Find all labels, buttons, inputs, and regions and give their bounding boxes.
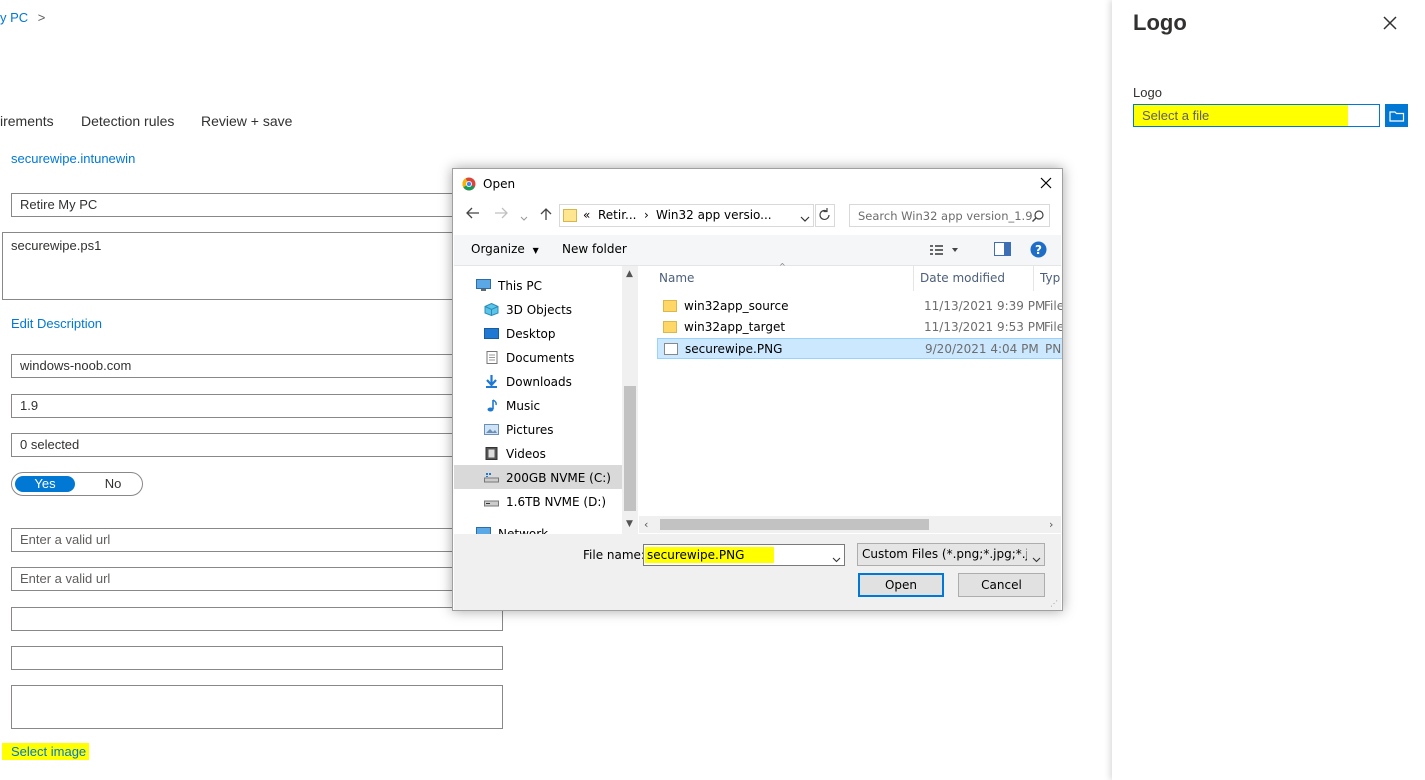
description-field[interactable]: securewipe.ps1 — [2, 232, 453, 300]
version-value: 1.9 — [20, 398, 39, 413]
close-icon[interactable] — [1381, 14, 1399, 32]
publisher-value: windows-noob.com — [20, 358, 132, 373]
notes-field[interactable] — [11, 685, 503, 729]
edit-description-link[interactable]: Edit Description — [11, 316, 102, 331]
file-type-filter[interactable]: Custom Files (*.png;*.jpg;*.jpeg — [857, 543, 1045, 566]
chevron-right-icon: > — [37, 10, 46, 25]
publisher-field[interactable]: windows-noob.com — [11, 354, 453, 378]
category-dropdown[interactable]: 0 selected — [11, 433, 453, 457]
logo-field-label: Logo — [1133, 85, 1162, 100]
category-value: 0 selected — [20, 437, 80, 452]
information-url-placeholder: Enter a valid url — [20, 532, 111, 547]
open-button[interactable]: Open — [858, 573, 944, 597]
logo-panel: Logo Logo Select a file — [1112, 0, 1425, 780]
hscroll-thumb[interactable] — [660, 519, 929, 530]
name-value: Retire My PC — [20, 197, 98, 212]
folder-icon — [663, 321, 677, 333]
chevron-down-icon[interactable] — [832, 552, 841, 563]
browse-folder-button[interactable] — [1385, 104, 1408, 127]
panel-title: Logo — [1133, 10, 1187, 35]
description-value: securewipe.ps1 — [11, 238, 102, 253]
file-type-filter-value: Custom Files (*.png;*.jpg;*.jpeg — [862, 547, 1027, 561]
file-name-label: File name: — [583, 548, 645, 562]
developer-field[interactable] — [11, 607, 503, 631]
file-name-input[interactable]: securewipe.PNG — [643, 544, 845, 566]
tab-requirements[interactable]: irements — [0, 113, 54, 129]
select-image-link[interactable]: Select image — [2, 743, 90, 760]
breadcrumb[interactable]: y PC > — [0, 10, 45, 25]
tab-review-save[interactable]: Review + save — [201, 113, 292, 129]
scroll-left-icon[interactable]: ‹ — [644, 518, 648, 531]
breadcrumb-item[interactable]: y PC — [0, 10, 28, 25]
cancel-button[interactable]: Cancel — [958, 573, 1045, 597]
file-hscrollbar[interactable]: ‹ › — [639, 516, 1061, 533]
toggle-yes[interactable]: Yes — [15, 476, 75, 492]
file-name-value: securewipe.PNG — [645, 547, 775, 563]
logo-file-placeholder: Select a file — [1134, 105, 1348, 126]
folder-open-icon — [1389, 111, 1405, 122]
owner-field[interactable] — [11, 646, 503, 670]
chevron-down-icon — [1032, 552, 1041, 563]
file-list: win32app_source 11/13/2021 9:39 PM File … — [453, 169, 1062, 529]
logo-file-input[interactable]: Select a file — [1133, 104, 1380, 127]
package-file-link[interactable]: securewipe.intunewin — [11, 151, 135, 166]
image-file-icon — [664, 343, 678, 355]
featured-toggle[interactable]: Yes No — [11, 472, 143, 496]
version-field[interactable]: 1.9 — [11, 394, 453, 418]
name-field[interactable]: Retire My PC — [11, 193, 453, 217]
privacy-url-placeholder: Enter a valid url — [20, 571, 111, 586]
tab-detection-rules[interactable]: Detection rules — [81, 113, 174, 129]
resize-grip-icon[interactable]: ⋰ — [1050, 599, 1058, 608]
scroll-right-icon[interactable]: › — [1049, 518, 1053, 531]
file-row[interactable]: win32app_target 11/13/2021 9:53 PM File — [657, 317, 1062, 338]
toggle-no[interactable]: No — [88, 476, 138, 492]
open-file-dialog: Open « Retir... › Win32 app versio... Se… — [452, 168, 1063, 611]
privacy-url-field[interactable]: Enter a valid url — [11, 567, 453, 591]
file-row-selected[interactable]: securewipe.PNG 9/20/2021 4:04 PM PNG — [657, 338, 1062, 359]
folder-icon — [663, 300, 677, 312]
information-url-field[interactable]: Enter a valid url — [11, 528, 453, 552]
file-row[interactable]: win32app_source 11/13/2021 9:39 PM File — [657, 296, 1062, 317]
